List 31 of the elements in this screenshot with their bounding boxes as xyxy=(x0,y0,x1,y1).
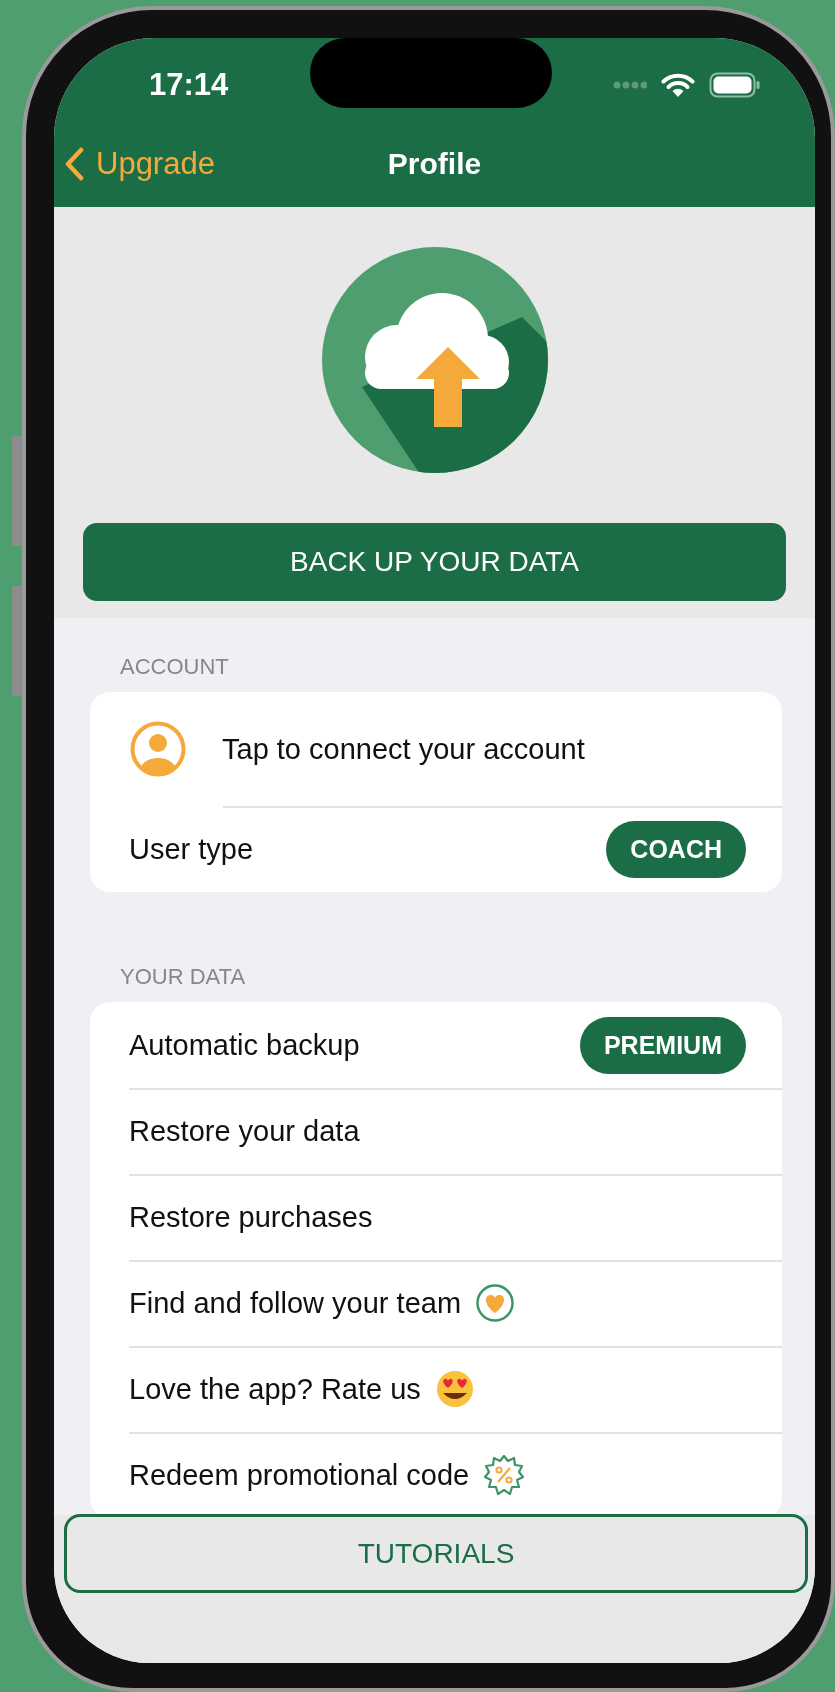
row-label: Redeem promotional code xyxy=(129,1458,470,1492)
chevron-left-icon xyxy=(64,147,84,181)
section-header: ACCOUNT xyxy=(119,654,230,680)
user-avatar-icon xyxy=(130,721,186,777)
heart-eyes-face-icon xyxy=(434,1369,475,1409)
settings-row[interactable]: Restore your data xyxy=(90,1088,782,1174)
battery-icon xyxy=(709,71,761,98)
row-label: Automatic backup xyxy=(129,1028,360,1062)
discount-badge-icon xyxy=(483,1454,526,1496)
wifi-icon xyxy=(661,71,695,98)
account-row[interactable]: Tap to connect your account xyxy=(90,692,782,806)
settings-row[interactable]: Automatic backup PREMIUM xyxy=(90,1002,782,1088)
row-label: Find and follow your team xyxy=(129,1286,462,1320)
screen-title: Profile xyxy=(386,147,483,181)
status-badge: PREMIUM xyxy=(579,1016,746,1074)
row-label: User type xyxy=(129,832,254,866)
settings-row[interactable]: Find and follow your team xyxy=(90,1260,782,1346)
signal-icon xyxy=(613,79,647,90)
settings-row[interactable]: User type COACH xyxy=(90,806,782,892)
status-badge: COACH xyxy=(606,820,746,878)
row-label: Restore purchases xyxy=(129,1200,373,1234)
row-label: Tap to connect your account xyxy=(222,732,585,766)
settings-row[interactable]: Restore purchases xyxy=(90,1174,782,1260)
row-label: Restore your data xyxy=(129,1114,360,1148)
tutorials-button[interactable]: TUTORIALS xyxy=(64,1514,808,1593)
settings-row[interactable]: Love the app? Rate us xyxy=(90,1346,782,1432)
cloud-upload-icon xyxy=(321,247,548,473)
row-label: Love the app? Rate us xyxy=(129,1372,421,1406)
section-header: YOUR DATA xyxy=(119,964,247,990)
status-time: 17:14 xyxy=(149,66,229,103)
backup-button[interactable]: BACK UP YOUR DATA xyxy=(83,523,786,601)
